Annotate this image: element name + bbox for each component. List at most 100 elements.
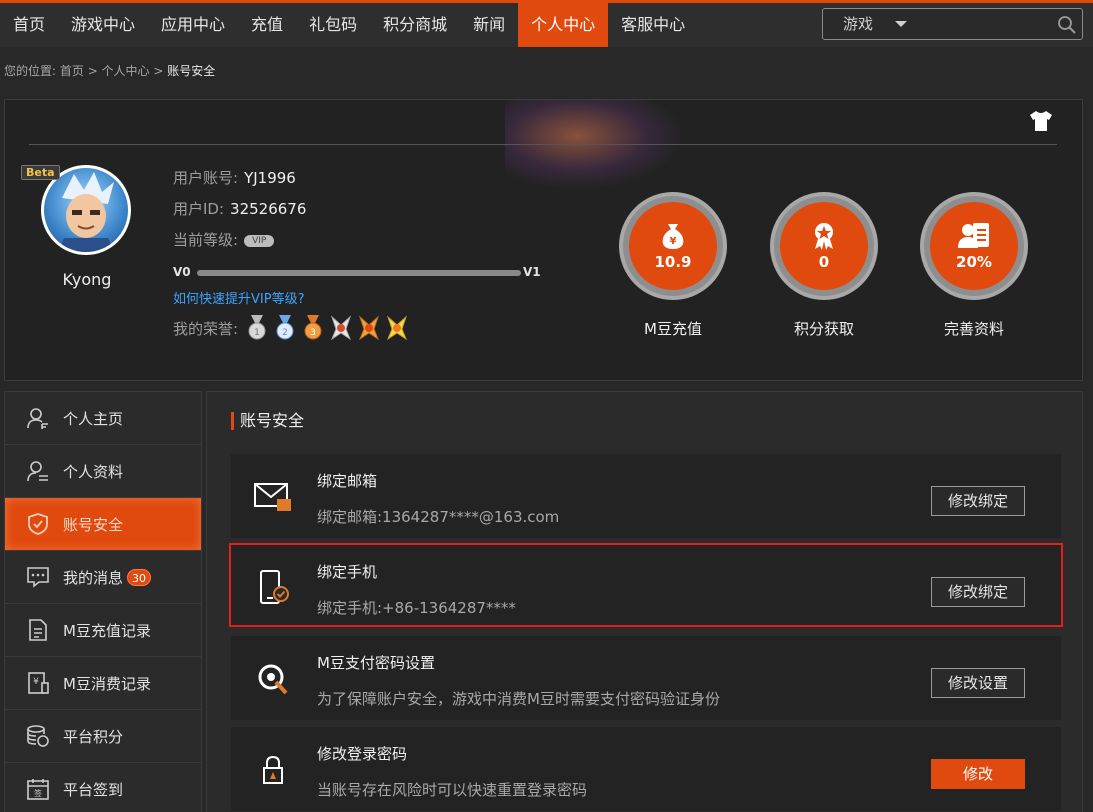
- medal-icon[interactable]: 2: [274, 315, 296, 341]
- sidebar-item-label: M豆消费记录: [63, 674, 151, 693]
- chevron-down-icon[interactable]: [895, 21, 907, 27]
- svg-text:签: 签: [34, 788, 42, 798]
- honor-label: 我的荣誉:: [173, 319, 239, 338]
- security-item-desc: 绑定手机:+86-1364287****: [317, 599, 516, 617]
- nav-item-home[interactable]: 首页: [0, 3, 58, 47]
- email-icon: [253, 478, 293, 516]
- nav-item-customer-service[interactable]: 客服中心: [608, 3, 698, 47]
- security-item-desc: 当账号存在风险时可以快速重置登录密码: [317, 781, 588, 799]
- vip-upgrade-link[interactable]: 如何快速提升VIP等级?: [173, 288, 304, 307]
- user-home-icon: [25, 405, 51, 431]
- id-row: 用户ID: 32526676: [173, 198, 306, 219]
- account-row: 用户账号: YJ1996: [173, 167, 296, 188]
- nav-item-points-mall[interactable]: 积分商城: [370, 3, 460, 47]
- svg-text:1: 1: [254, 328, 260, 338]
- stat-circle: ¥ 10.9: [619, 192, 727, 300]
- sidebar-item-platform-points[interactable]: 平台积分: [5, 710, 201, 763]
- stat-points-earned[interactable]: 0 积分获取: [770, 192, 878, 339]
- shield-icon: [25, 511, 51, 537]
- nav-item-game-center[interactable]: 游戏中心: [58, 3, 148, 47]
- medal-icon[interactable]: 3: [302, 315, 324, 341]
- sidebar-item-label: 我的消息: [63, 568, 124, 587]
- sidebar: 个人主页 个人资料 账号安全 我的消息 30 M豆充值记录 ¥ M豆消费记录 平…: [4, 391, 202, 812]
- medal-icon[interactable]: [358, 315, 380, 341]
- svg-text:¥: ¥: [670, 236, 677, 247]
- security-item-title: 绑定邮箱: [317, 472, 378, 490]
- level-progress-bar: [197, 270, 521, 276]
- sidebar-item-signin[interactable]: 签 平台签到: [5, 763, 201, 812]
- stat-label: 积分获取: [793, 320, 854, 338]
- modify-pay-password-button[interactable]: 修改设置: [931, 668, 1025, 698]
- modify-phone-button[interactable]: 修改绑定: [931, 577, 1025, 607]
- security-item-title: 修改登录密码: [317, 745, 408, 763]
- nav-item-app-center[interactable]: 应用中心: [148, 3, 238, 47]
- stat-label: 完善资料: [943, 320, 1004, 338]
- security-item-desc: 为了保障账户安全，游戏中消费M豆时需要支付密码验证身份: [317, 690, 720, 708]
- search-category-select[interactable]: 游戏: [843, 9, 873, 39]
- account-label: 用户账号:: [173, 169, 239, 187]
- security-item-login-password: 修改登录密码 当账号存在风险时可以快速重置登录密码 修改: [231, 727, 1061, 811]
- vip-badge: VIP: [244, 235, 275, 247]
- medal-icon[interactable]: [330, 315, 352, 341]
- sidebar-item-label: 平台积分: [63, 727, 124, 746]
- id-label: 用户ID:: [173, 200, 225, 218]
- tshirt-icon[interactable]: [1029, 110, 1053, 136]
- medal-icon[interactable]: 1: [246, 315, 268, 341]
- message-icon: [25, 564, 51, 590]
- security-item-phone: 绑定手机 绑定手机:+86-1364287**** 修改绑定: [229, 543, 1063, 627]
- breadcrumb-path[interactable]: 首页 > 个人中心 >: [60, 64, 167, 78]
- stat-label: M豆充值: [644, 320, 702, 338]
- svg-text:2: 2: [282, 328, 288, 338]
- stat-value: 20%: [956, 253, 992, 271]
- search-box: 游戏: [822, 8, 1083, 40]
- modify-email-button[interactable]: 修改绑定: [931, 486, 1025, 516]
- sidebar-item-home[interactable]: 个人主页: [5, 392, 201, 445]
- lock-icon: [253, 751, 293, 789]
- security-item-desc: 绑定邮箱:1364287****@163.com: [317, 508, 560, 526]
- stat-mdou-recharge[interactable]: ¥ 10.9 M豆充值: [619, 192, 727, 339]
- stat-value: 0: [818, 253, 830, 271]
- stat-profile-completion[interactable]: 20% 完善资料: [920, 192, 1028, 339]
- search-input[interactable]: [923, 13, 1053, 35]
- nav-menu: 首页 游戏中心 应用中心 充值 礼包码 积分商城 新闻 个人中心 客服中心: [0, 3, 698, 47]
- signin-calendar-icon: 签: [25, 776, 51, 802]
- top-nav: 首页 游戏中心 应用中心 充值 礼包码 积分商城 新闻 个人中心 客服中心 游戏: [0, 0, 1093, 47]
- money-bag-icon: ¥: [662, 224, 684, 249]
- account-value: YJ1996: [244, 169, 296, 187]
- breadcrumb-prefix: 您的位置:: [4, 64, 57, 78]
- user-profile-icon: [25, 458, 51, 484]
- sidebar-item-account-security[interactable]: 账号安全: [5, 498, 201, 551]
- stat-circle: 20%: [920, 192, 1028, 300]
- nav-item-recharge[interactable]: 充值: [238, 3, 296, 47]
- spend-record-icon: ¥: [25, 670, 51, 696]
- nav-item-news[interactable]: 新闻: [460, 3, 518, 47]
- breadcrumb: 您的位置: 首页 > 个人中心 > 账号安全: [4, 62, 215, 79]
- level-row: 当前等级: VIP: [173, 229, 275, 250]
- modify-login-password-button[interactable]: 修改: [931, 759, 1025, 789]
- sidebar-item-label: 个人主页: [63, 409, 124, 428]
- sidebar-item-label: 个人资料: [63, 462, 124, 481]
- sidebar-item-profile[interactable]: 个人资料: [5, 445, 201, 498]
- beta-badge: Beta: [21, 165, 60, 180]
- level-label: 当前等级:: [173, 231, 239, 249]
- medal-icon[interactable]: [386, 315, 408, 341]
- award-ribbon-icon: [815, 223, 833, 250]
- search-icon[interactable]: [1057, 15, 1077, 39]
- profile-divider: [29, 144, 1057, 145]
- sidebar-item-spend-record[interactable]: ¥ M豆消费记录: [5, 657, 201, 710]
- profile-name: Kyong: [62, 270, 112, 289]
- nav-item-personal-center[interactable]: 个人中心: [518, 3, 609, 47]
- phone-icon: [253, 569, 293, 607]
- sidebar-item-messages[interactable]: 我的消息 30: [5, 551, 201, 604]
- decorative-glow: [505, 100, 685, 190]
- stat-circle: 0: [770, 192, 878, 300]
- account-security-panel: 账号安全 绑定邮箱 绑定邮箱:1364287****@163.com 修改绑定 …: [206, 391, 1083, 812]
- honor-medals: 1 2 3: [246, 315, 414, 341]
- security-item-title: 绑定手机: [317, 563, 378, 581]
- level-end-label: V1: [523, 265, 541, 279]
- nav-item-gift-code[interactable]: 礼包码: [296, 3, 370, 47]
- message-count-badge: 30: [127, 568, 152, 586]
- sidebar-item-recharge-record[interactable]: M豆充值记录: [5, 604, 201, 657]
- level-start-label: V0: [173, 265, 191, 279]
- honor-row: 我的荣誉: 1 2 3: [173, 315, 414, 341]
